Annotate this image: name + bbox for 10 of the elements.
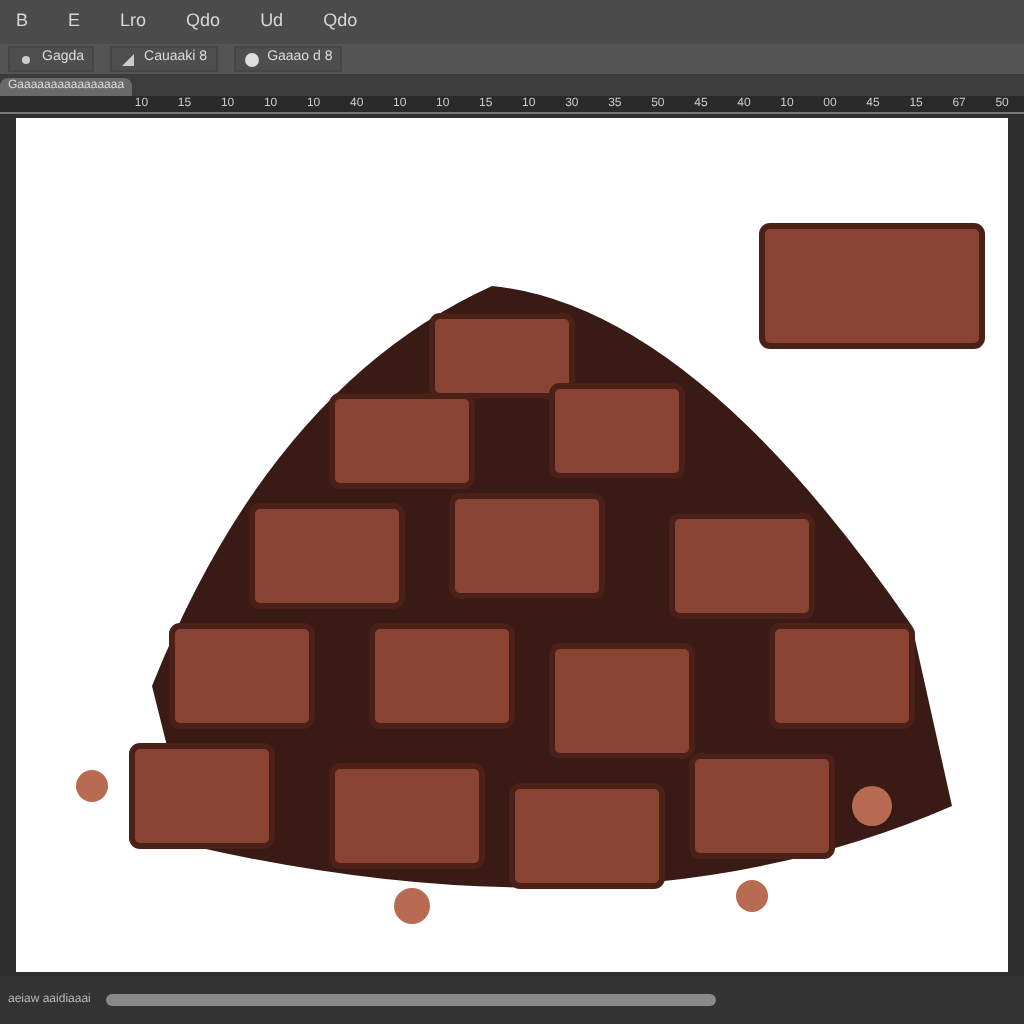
menu-item[interactable]: Qdo bbox=[323, 8, 358, 36]
circle-icon bbox=[243, 51, 260, 67]
triangle-icon bbox=[120, 51, 137, 67]
menu-item[interactable]: Lro bbox=[120, 8, 147, 36]
dot-icon bbox=[18, 51, 34, 67]
menu-item[interactable]: Ud bbox=[260, 8, 284, 36]
horizontal-scrollbar[interactable] bbox=[106, 994, 717, 1006]
menu-item[interactable]: E bbox=[68, 8, 81, 36]
menu-item[interactable]: Qdo bbox=[186, 8, 221, 36]
menu-item[interactable]: B bbox=[16, 8, 29, 36]
